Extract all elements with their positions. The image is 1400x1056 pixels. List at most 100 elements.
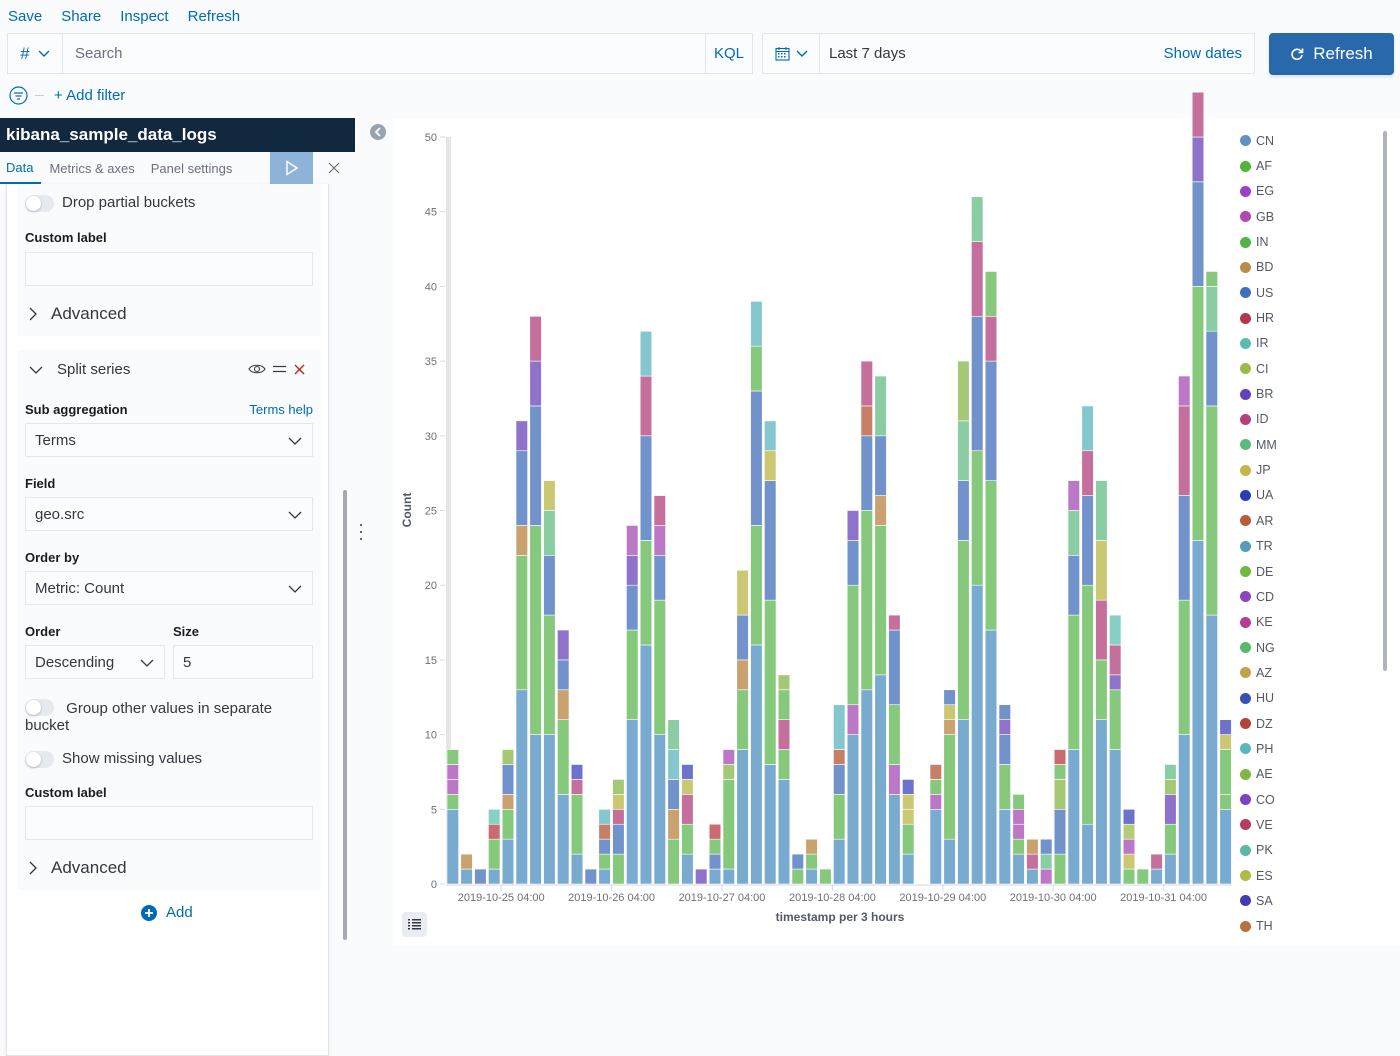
legend-item[interactable]: AE <box>1238 762 1378 787</box>
legend-item[interactable]: ES <box>1238 863 1378 888</box>
size-label: Size <box>173 624 200 639</box>
legend-item[interactable]: MM <box>1238 432 1378 457</box>
legend-item[interactable]: BD <box>1238 255 1378 280</box>
legend-item[interactable]: KE <box>1238 610 1378 635</box>
sub-aggregation-select[interactable]: Terms <box>25 423 313 457</box>
legend-item[interactable]: AR <box>1238 508 1378 533</box>
legend-color-dot <box>1240 566 1251 578</box>
switch[interactable] <box>25 195 54 212</box>
switch[interactable] <box>25 699 54 716</box>
chevron-down-icon <box>288 585 302 593</box>
legend-item[interactable]: DZ <box>1238 711 1378 736</box>
show-missing-toggle[interactable]: Show missing values <box>25 750 202 768</box>
refresh-link[interactable]: Refresh <box>188 8 241 25</box>
sidebar-tabs: Data Metrics & axes Panel settings <box>0 152 355 184</box>
legend-label: AR <box>1256 513 1274 528</box>
drag-handle-icon[interactable] <box>273 365 286 373</box>
legend-item[interactable]: US <box>1238 280 1378 305</box>
saved-query-menu-button[interactable]: # <box>8 34 63 73</box>
legend-item[interactable]: UA <box>1238 483 1378 508</box>
kql-toggle-button[interactable]: KQL <box>705 34 752 73</box>
filter-options-icon[interactable] <box>9 85 28 105</box>
legend-item[interactable]: PH <box>1238 736 1378 761</box>
custom-label-input[interactable] <box>25 806 313 840</box>
legend-label: EG <box>1256 184 1275 199</box>
legend-item[interactable]: CO <box>1238 787 1378 812</box>
legend-color-dot <box>1240 185 1251 197</box>
legend-item[interactable]: SA <box>1238 888 1378 913</box>
legend-item[interactable]: NG <box>1238 635 1378 660</box>
legend-label: GB <box>1256 209 1275 224</box>
legend-item[interactable]: TR <box>1238 534 1378 559</box>
chevron-left-icon <box>374 127 381 137</box>
inspect-link[interactable]: Inspect <box>120 8 168 25</box>
sidebar-scrollbar[interactable] <box>343 490 347 940</box>
legend-color-dot <box>1240 692 1251 704</box>
legend-color-dot <box>1240 135 1251 147</box>
quick-menu-button[interactable] <box>763 34 820 73</box>
editor-sidebar: kibana_sample_data_logs Data Metrics & a… <box>0 118 355 1056</box>
advanced-toggle[interactable]: Advanced <box>29 304 127 324</box>
legend-label: CN <box>1256 133 1275 148</box>
legend-item[interactable]: DE <box>1238 559 1378 584</box>
field-select[interactable]: geo.src <box>25 497 313 531</box>
legend-label: NG <box>1256 640 1275 655</box>
legend-label: MM <box>1256 437 1277 452</box>
custom-label-input[interactable] <box>25 252 313 286</box>
search-input[interactable]: Search <box>63 34 705 73</box>
legend-item[interactable]: TH <box>1238 914 1378 939</box>
legend-item[interactable]: CD <box>1238 584 1378 609</box>
order-by-select[interactable]: Metric: Count <box>25 571 313 605</box>
collapse-sidebar-button[interactable] <box>370 124 386 140</box>
legend-label: CI <box>1256 361 1269 376</box>
terms-help-link[interactable]: Terms help <box>249 402 313 417</box>
eye-icon[interactable] <box>248 363 266 375</box>
legend-color-dot <box>1240 160 1251 172</box>
chevron-down-icon <box>288 437 302 445</box>
legend-item[interactable]: HU <box>1238 686 1378 711</box>
legend-item[interactable]: BR <box>1238 381 1378 406</box>
tab-data[interactable]: Data <box>0 152 42 184</box>
legend-item[interactable]: AF <box>1238 153 1378 178</box>
legend-scrollbar[interactable] <box>1383 131 1387 671</box>
order-value: Descending <box>35 653 115 671</box>
legend-label: CO <box>1256 792 1275 807</box>
size-input[interactable]: 5 <box>173 645 313 679</box>
legend-item[interactable]: CN <box>1238 128 1378 153</box>
switch[interactable] <box>25 751 54 768</box>
legend-toggle-button[interactable] <box>402 912 427 937</box>
legend-item[interactable]: ID <box>1238 407 1378 432</box>
close-icon <box>328 162 340 174</box>
add-button[interactable]: Add <box>141 904 193 921</box>
split-series-toggle[interactable]: Split series <box>29 361 130 378</box>
legend-item[interactable]: GB <box>1238 204 1378 229</box>
save-link[interactable]: Save <box>8 8 42 25</box>
remove-icon[interactable] <box>294 364 305 375</box>
legend-item[interactable]: JP <box>1238 457 1378 482</box>
resize-handle[interactable] <box>359 524 363 540</box>
refresh-button[interactable]: Refresh <box>1269 33 1394 75</box>
order-select[interactable]: Descending <box>25 645 165 679</box>
advanced-toggle[interactable]: Advanced <box>29 858 127 878</box>
apply-changes-button[interactable] <box>270 152 313 184</box>
add-filter-button[interactable]: + Add filter <box>54 87 125 104</box>
drop-partial-buckets-toggle[interactable]: Drop partial buckets <box>25 194 195 212</box>
show-dates-link[interactable]: Show dates <box>1164 34 1254 73</box>
tab-panel-settings[interactable]: Panel settings <box>143 152 241 184</box>
legend-item[interactable]: IR <box>1238 331 1378 356</box>
share-link[interactable]: Share <box>61 8 101 25</box>
legend-item[interactable]: CI <box>1238 356 1378 381</box>
group-other-toggle[interactable]: Group other values in separate bucket <box>25 698 305 734</box>
legend-item[interactable]: PK <box>1238 838 1378 863</box>
tab-metrics-axes[interactable]: Metrics & axes <box>41 152 142 184</box>
legend-item[interactable]: AZ <box>1238 660 1378 685</box>
legend-color-dot <box>1240 591 1251 603</box>
legend-label: SA <box>1256 893 1273 908</box>
legend-color-dot <box>1240 844 1251 856</box>
legend-item[interactable]: HR <box>1238 305 1378 330</box>
legend-item[interactable]: IN <box>1238 229 1378 254</box>
legend-item[interactable]: EG <box>1238 179 1378 204</box>
legend-color-dot <box>1240 211 1251 223</box>
discard-changes-button[interactable] <box>322 152 346 184</box>
legend-item[interactable]: VE <box>1238 812 1378 837</box>
